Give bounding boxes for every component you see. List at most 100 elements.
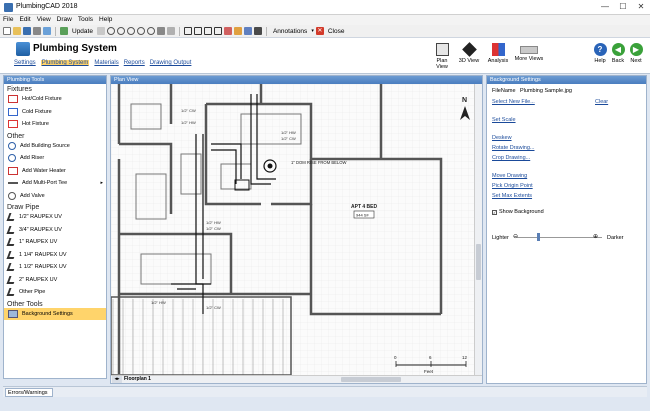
tool-hot-fixture[interactable]: Hot Fixture [4, 118, 106, 131]
crop-drawing-link[interactable]: Crop Drawing... [492, 155, 530, 161]
tool-pipe-1-1-4[interactable]: 1 1/4" RAUPEX UV [4, 249, 106, 262]
vertical-scrollbar[interactable] [474, 84, 482, 375]
menu-bar: File Edit View Draw Tools Help [0, 15, 650, 25]
pick-origin-link[interactable]: Pick Origin Point [492, 183, 533, 189]
tool-background-settings[interactable]: Background Settings [4, 307, 106, 320]
new-file-icon[interactable] [3, 27, 11, 35]
tool-add-riser[interactable]: Add Riser [4, 152, 106, 165]
tool-pipe-2[interactable]: 2" RAUPEX UV [4, 274, 106, 287]
next-button[interactable]: ▶ Next [628, 43, 644, 64]
zoom-in-icon[interactable] [106, 27, 115, 35]
zoom-previous-icon[interactable] [146, 27, 155, 35]
pointer-icon[interactable] [96, 27, 105, 35]
maximize-button[interactable]: ☐ [614, 1, 632, 13]
grid-icon[interactable] [166, 27, 175, 35]
close-icon[interactable]: ✕ [315, 27, 324, 35]
menu-draw[interactable]: Draw [54, 15, 75, 24]
menu-edit[interactable]: Edit [16, 15, 33, 24]
tool-cold-fixture[interactable]: Cold Fixture [4, 106, 106, 119]
brightness-slider-thumb[interactable] [537, 233, 540, 241]
tool-add-water-heater[interactable]: Add Water Heater [4, 165, 106, 178]
print-preview-icon[interactable] [43, 27, 51, 35]
tool-add-multi-port-tee[interactable]: Add Multi-Port Tee ▸ [4, 177, 106, 190]
drawing-canvas[interactable]: 1/2" CW 1/2" HW 1/2" HW 1/2" CW 1/2" HW … [111, 84, 475, 375]
clear-link[interactable]: Clear [595, 99, 608, 105]
save-icon[interactable] [23, 27, 31, 35]
zoom-extents-icon[interactable] [136, 27, 145, 35]
building-source-icon [8, 141, 16, 150]
zoom-window-icon[interactable] [126, 27, 135, 35]
rotate-icon[interactable] [203, 27, 212, 35]
more-views-icon [520, 46, 538, 54]
tab-materials[interactable]: Materials [94, 60, 118, 66]
help-button[interactable]: ? Help [592, 43, 608, 64]
minimize-button[interactable]: — [596, 1, 614, 13]
tool-pipe-1-1-2[interactable]: 1 1/2" RAUPEX UV [4, 261, 106, 274]
analysis-label: Analysis [487, 58, 509, 64]
plan-view-button[interactable]: Plan View [430, 43, 454, 70]
3d-view-button[interactable]: 3D View [456, 42, 482, 64]
panel-header: Plan View [111, 76, 482, 84]
delete-icon[interactable] [223, 27, 232, 35]
menu-help[interactable]: Help [96, 15, 115, 24]
brightness-slider-track[interactable] [517, 237, 602, 238]
errors-warnings-tab[interactable]: Errors/Warnings [5, 388, 53, 397]
tab-plumbing-system[interactable]: Plumbing System [40, 60, 90, 66]
background-settings-icon [8, 309, 18, 318]
panel-header: Background Settings [487, 76, 646, 84]
menu-tools[interactable]: Tools [75, 15, 96, 24]
tab-drawing-output[interactable]: Drawing Output [150, 60, 192, 66]
show-background-label: Show Background [499, 209, 544, 215]
menu-file[interactable]: File [0, 15, 16, 24]
app-icon [4, 3, 13, 12]
pipe-icon [6, 275, 17, 284]
rotate-drawing-link[interactable]: Rotate Drawing... [492, 145, 535, 151]
properties-icon[interactable] [243, 27, 252, 35]
hot-fixture-icon [8, 120, 18, 129]
stretch-icon[interactable] [193, 27, 202, 35]
close-window-button[interactable]: ✕ [632, 1, 650, 13]
plan-view-icon [435, 43, 449, 56]
horizontal-scrollbar[interactable]: ◂▸ Floorplan 1 [111, 375, 482, 383]
title-bar: PlumbingCAD 2018 — ☐ ✕ [0, 0, 650, 15]
analysis-button[interactable]: Analysis [485, 43, 511, 64]
tab-reports[interactable]: Reports [124, 60, 145, 66]
tool-hot-cold-fixture[interactable]: Hot/Cold Fixture [4, 93, 106, 106]
chevron-down-icon[interactable]: ▾ [311, 28, 314, 34]
slider-increase-icon[interactable]: ⊕ [593, 233, 598, 240]
refresh-icon[interactable] [60, 27, 68, 35]
sheet-tab[interactable]: Floorplan 1 [124, 376, 151, 383]
ribbon-tabs: Settings Plumbing System Materials Repor… [14, 60, 191, 66]
tool-pipe-3-4[interactable]: 3/4" RAUPEX UV [4, 224, 106, 237]
slider-decrease-icon[interactable]: ⊖ [513, 233, 518, 240]
pan-icon[interactable] [156, 27, 165, 35]
layer-icon[interactable] [233, 27, 242, 35]
tool-add-building-source[interactable]: Add Building Source [4, 140, 106, 153]
tool-pipe-1-2[interactable]: 1/2" RAUPEX UV [4, 211, 106, 224]
set-scale-link[interactable]: Set Scale [492, 117, 516, 123]
move-drawing-link[interactable]: Move Drawing [492, 173, 527, 179]
show-background-checkbox[interactable]: ✓ [492, 209, 497, 215]
move-icon[interactable] [183, 27, 192, 35]
annotations-dropdown[interactable]: Annotations [271, 28, 309, 35]
tab-settings[interactable]: Settings [14, 60, 36, 66]
print-icon[interactable] [33, 27, 41, 35]
sheet-nav-icon[interactable]: ◂▸ [112, 376, 122, 383]
dimension-icon[interactable] [253, 27, 262, 35]
set-max-extents-link[interactable]: Set Max Extents [492, 193, 532, 199]
back-button[interactable]: ◀ Back [610, 43, 626, 64]
open-folder-icon[interactable] [13, 27, 21, 35]
scroll-thumb[interactable] [476, 244, 481, 280]
close-button[interactable]: Close [326, 28, 347, 35]
menu-view[interactable]: View [34, 15, 54, 24]
select-new-file-link[interactable]: Select New File... [492, 99, 535, 105]
update-button[interactable]: Update [70, 28, 95, 35]
tool-add-valve[interactable]: Add Valve [4, 190, 106, 203]
more-views-button[interactable]: More Views [514, 43, 544, 62]
zoom-out-icon[interactable] [116, 27, 125, 35]
tool-other-pipe[interactable]: Other Pipe [4, 286, 106, 299]
measure-icon[interactable] [213, 27, 222, 35]
tool-pipe-1[interactable]: 1" RAUPEX UV [4, 236, 106, 249]
scroll-thumb[interactable] [341, 377, 401, 382]
deskew-link[interactable]: Deskew [492, 135, 512, 141]
